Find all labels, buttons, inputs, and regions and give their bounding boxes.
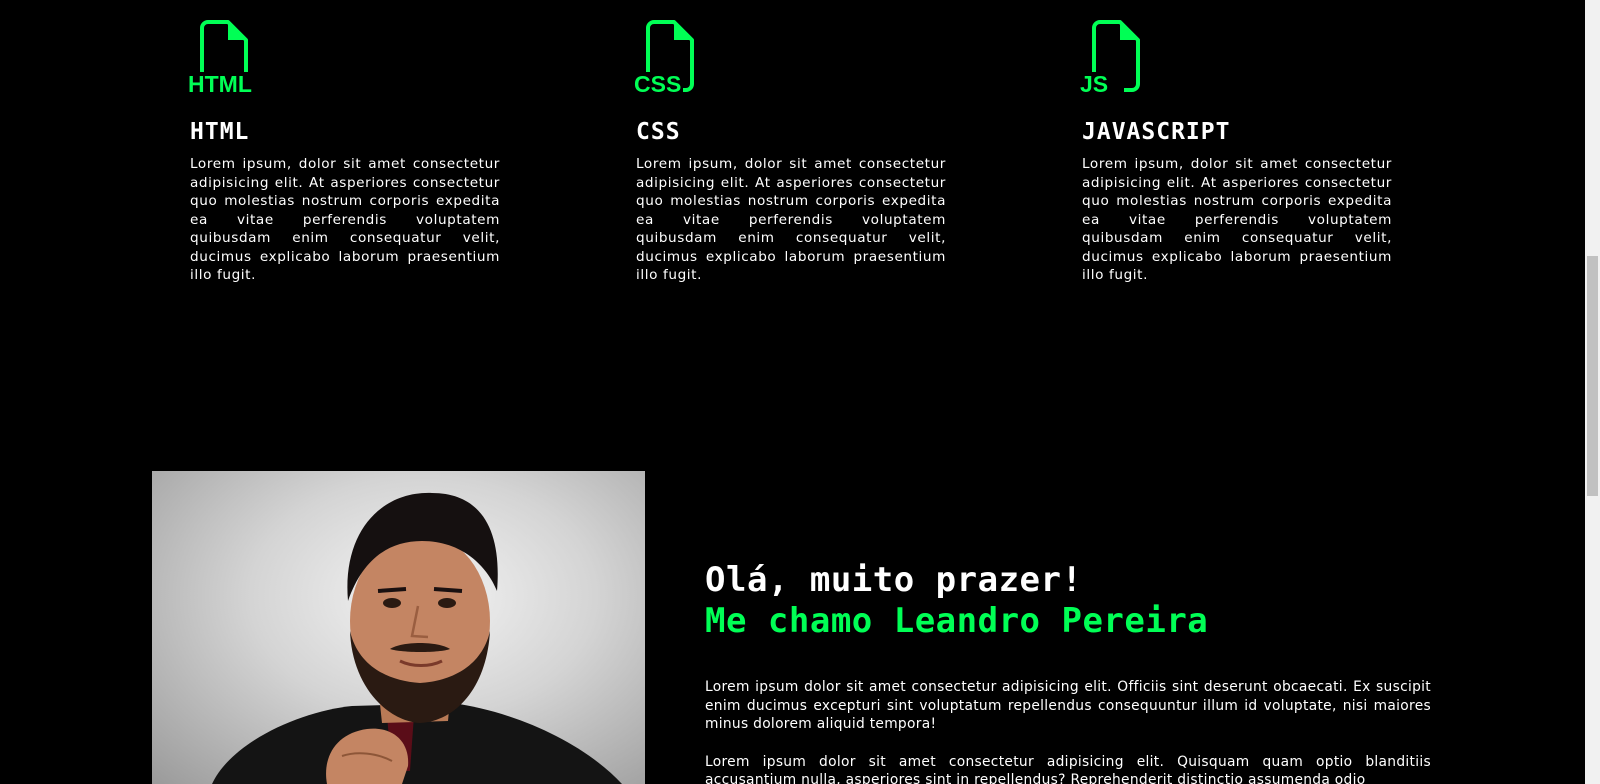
skill-card-css: CSS CSS Lorem ipsum, dolor sit amet cons… bbox=[634, 18, 946, 285]
scrollbar-thumb[interactable] bbox=[1587, 256, 1598, 496]
skills-section: HTML HTML Lorem ipsum, dolor sit amet co… bbox=[0, 0, 1585, 330]
skill-description: Lorem ipsum, dolor sit amet consectetur … bbox=[636, 156, 946, 283]
skill-title: CSS bbox=[636, 119, 681, 145]
js-file-icon: JS bbox=[1080, 18, 1156, 96]
about-paragraph: Lorem ipsum dolor sit amet consectetur a… bbox=[705, 753, 1431, 784]
skill-title: JAVASCRIPT bbox=[1082, 119, 1231, 145]
name-heading: Me chamo Leandro Pereira bbox=[705, 601, 1209, 641]
profile-photo bbox=[152, 471, 645, 784]
file-icon-label: HTML bbox=[188, 71, 254, 97]
vertical-scrollbar[interactable] bbox=[1585, 0, 1600, 784]
about-paragraph: Lorem ipsum dolor sit amet consectetur a… bbox=[705, 679, 1431, 732]
file-icon-label: CSS bbox=[634, 71, 684, 97]
html-file-icon: HTML bbox=[188, 18, 264, 96]
skill-card-html: HTML HTML Lorem ipsum, dolor sit amet co… bbox=[188, 18, 500, 285]
file-icon-label: JS bbox=[1080, 71, 1111, 97]
skill-description: Lorem ipsum, dolor sit amet consectetur … bbox=[190, 156, 500, 283]
skill-description: Lorem ipsum, dolor sit amet consectetur … bbox=[1082, 156, 1392, 283]
about-section: Olá, muito prazer! Me chamo Leandro Pere… bbox=[705, 560, 1431, 784]
page: HTML HTML Lorem ipsum, dolor sit amet co… bbox=[0, 0, 1585, 784]
greeting-heading: Olá, muito prazer! bbox=[705, 560, 1083, 600]
skill-card-javascript: JS JAVASCRIPT Lorem ipsum, dolor sit ame… bbox=[1080, 18, 1392, 285]
css-file-icon: CSS bbox=[634, 18, 710, 96]
skill-title: HTML bbox=[190, 119, 250, 145]
